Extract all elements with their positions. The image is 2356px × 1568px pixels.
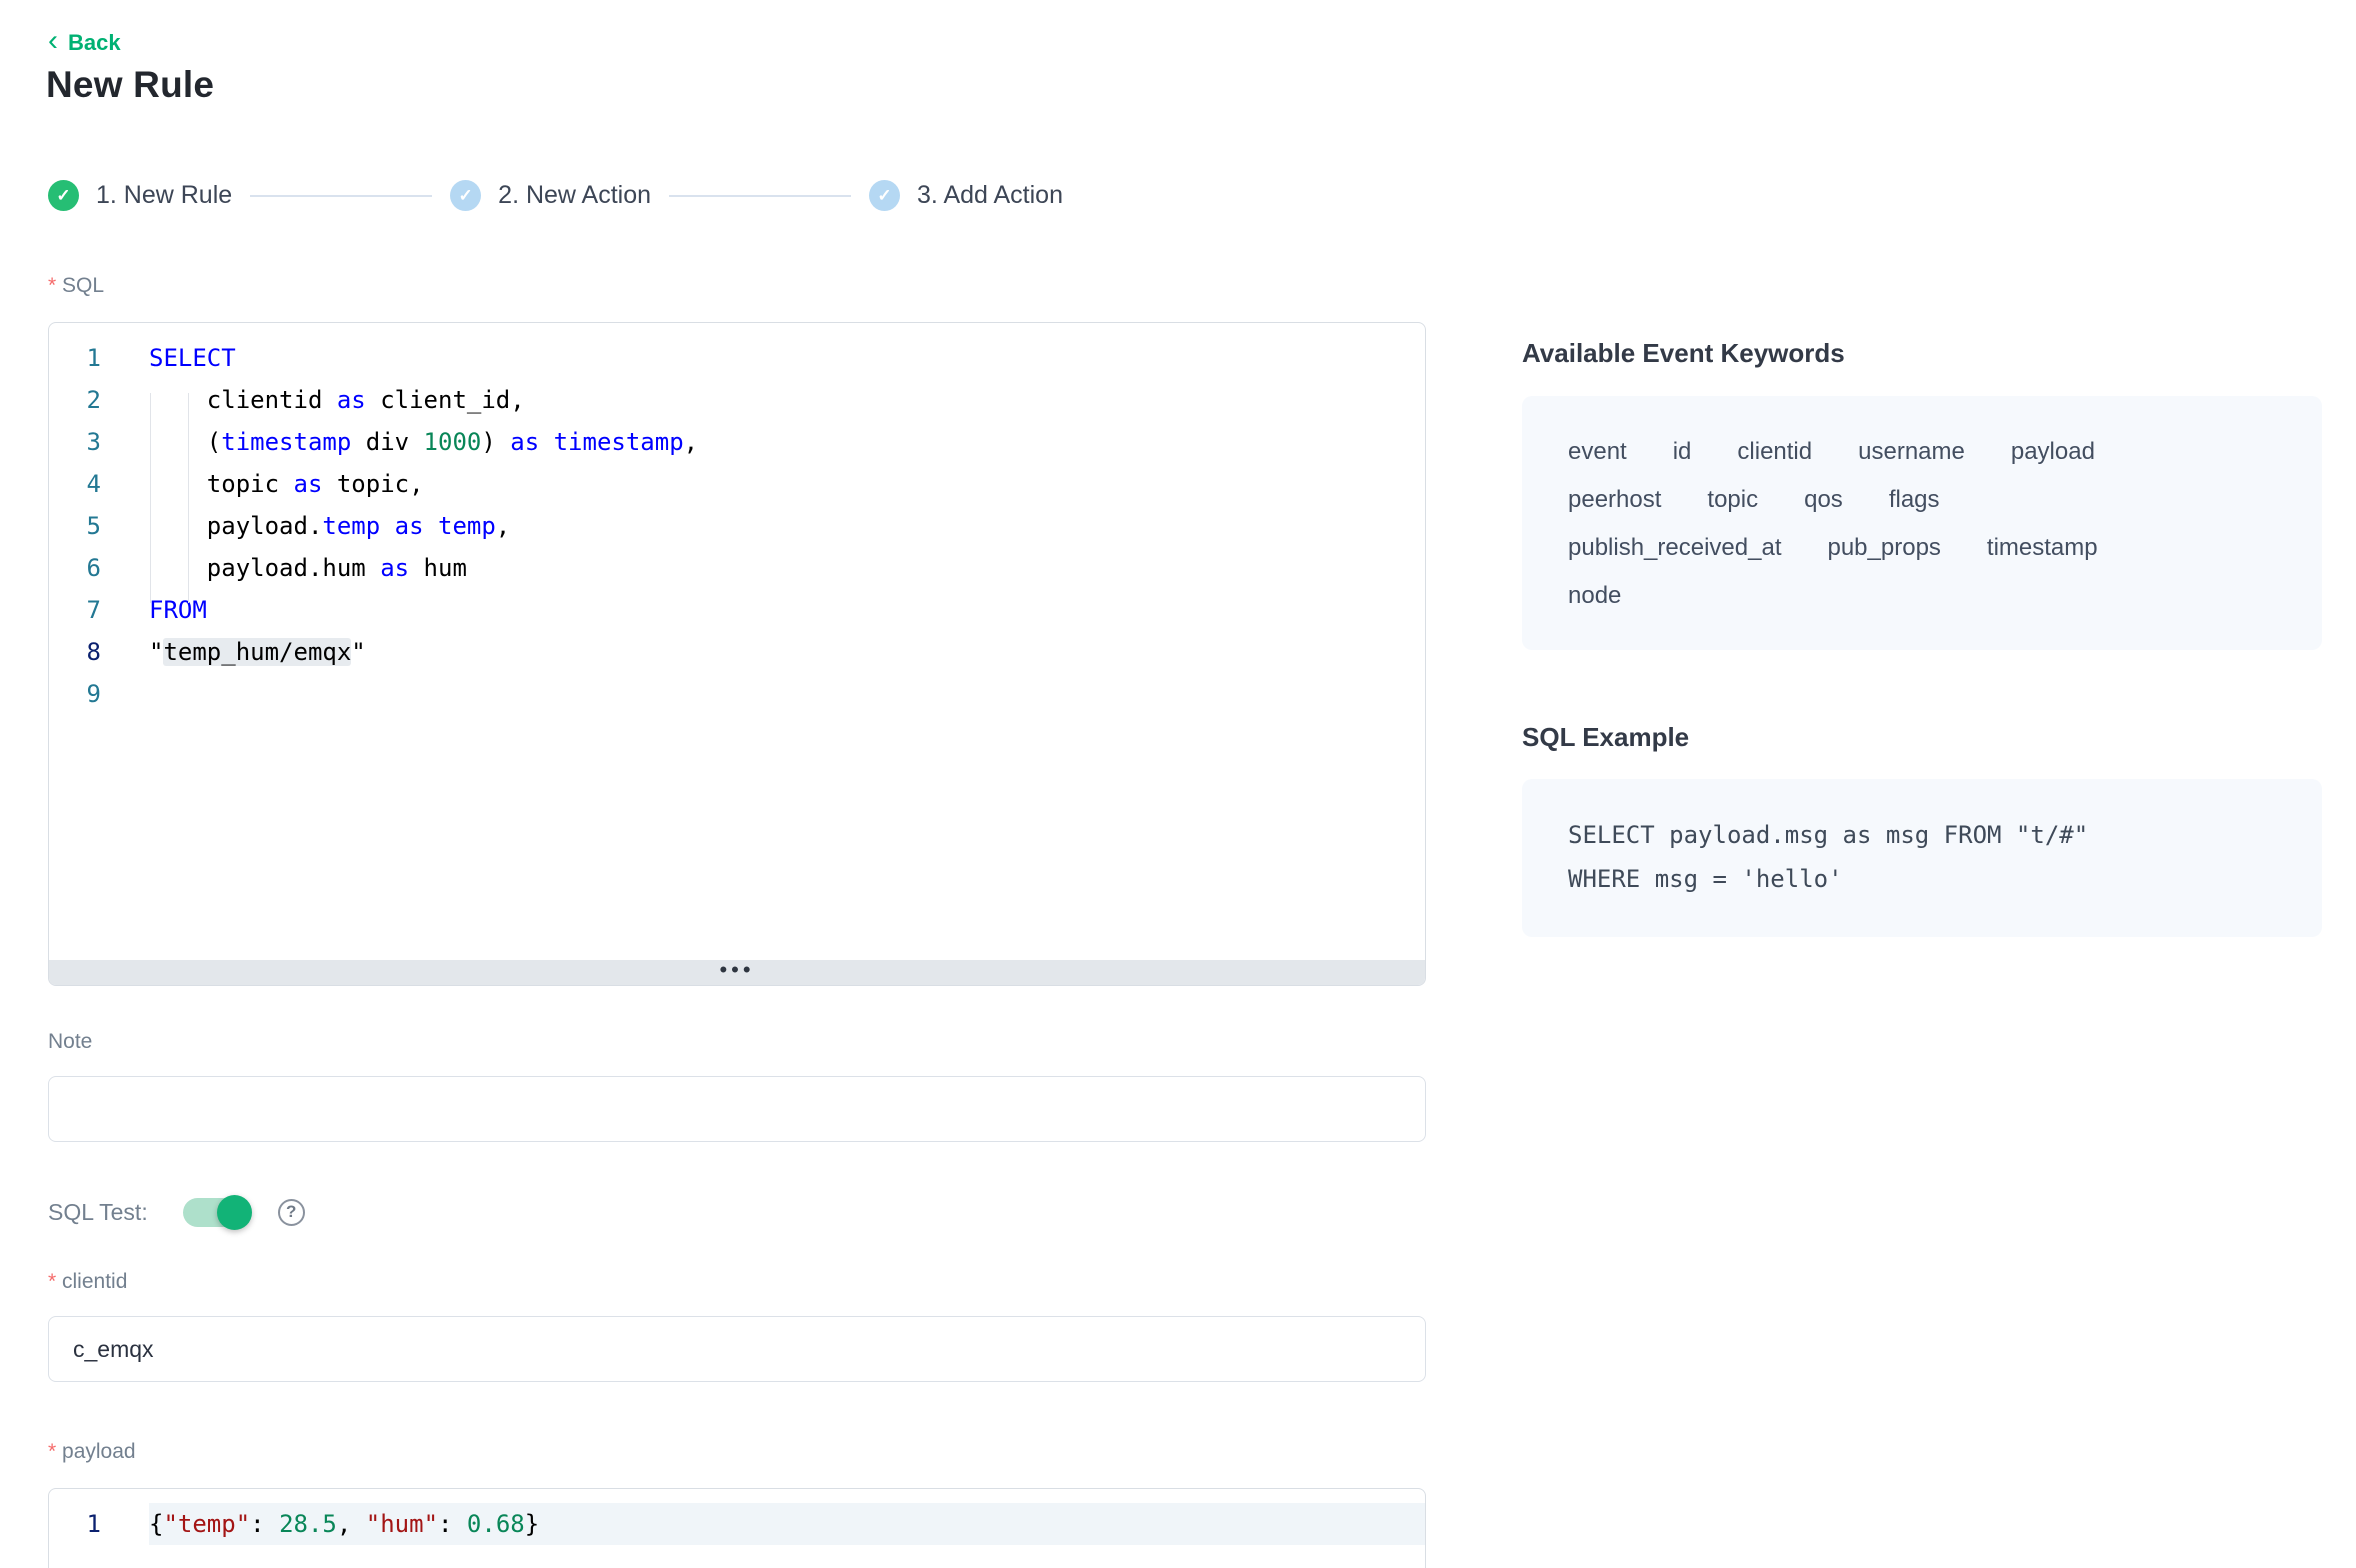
- sql-example-line: WHERE msg = 'hello': [1568, 857, 2282, 901]
- event-keyword: payload: [2011, 438, 2095, 466]
- step-connector: [250, 195, 432, 197]
- step-label: 3. Add Action: [917, 181, 1063, 210]
- chevron-left-icon: ‹: [48, 30, 58, 52]
- back-link[interactable]: ‹ Back: [48, 30, 121, 56]
- toggle-knob: [217, 1195, 252, 1230]
- payload-field-label: payload: [48, 1440, 136, 1464]
- step-1-new-rule[interactable]: 1. New Rule: [48, 180, 232, 211]
- line-number: 4: [49, 463, 101, 505]
- event-keyword: event: [1568, 438, 1627, 466]
- line-number: 1: [49, 1503, 101, 1545]
- help-sidebar: Available Event Keywords event id clientid…: [1522, 338, 2322, 937]
- sql-test-label: SQL Test:: [48, 1199, 148, 1226]
- new-rule-page: ‹ Back New Rule 1. New Rule 2. New Actio…: [0, 0, 2356, 1568]
- line-number: 2: [49, 379, 101, 421]
- clientid-field-label: clientid: [48, 1270, 127, 1294]
- help-icon[interactable]: ?: [278, 1199, 305, 1226]
- note-field-label: Note: [48, 1030, 92, 1054]
- line-number: 9: [49, 673, 101, 715]
- code-line: 7FROM: [49, 589, 1425, 631]
- line-number: 1: [49, 337, 101, 379]
- event-keyword: clientid: [1737, 438, 1812, 466]
- code-line: 6 payload.hum as hum: [49, 547, 1425, 589]
- back-label: Back: [68, 30, 121, 56]
- check-icon: [450, 180, 481, 211]
- event-keyword: topic: [1707, 486, 1758, 514]
- line-number: 3: [49, 421, 101, 463]
- event-keyword: username: [1858, 438, 1965, 466]
- payload-code-editor[interactable]: 1{"temp": 28.5, "hum": 0.68}: [48, 1488, 1426, 1568]
- event-keywords-panel: event id clientid username payload peerhost to…: [1522, 396, 2322, 650]
- note-input[interactable]: [48, 1076, 1426, 1142]
- sql-code-editor[interactable]: 1SELECT2 clientid as client_id,3 (timest…: [48, 322, 1426, 986]
- sql-example-line: SELECT payload.msg as msg FROM "t/#": [1568, 813, 2282, 857]
- check-icon: [48, 180, 79, 211]
- clientid-input[interactable]: [48, 1316, 1426, 1382]
- sql-test-row: SQL Test: ?: [48, 1192, 305, 1232]
- event-keyword: id: [1673, 438, 1692, 466]
- check-icon: [869, 180, 900, 211]
- sql-field-label: SQL: [48, 274, 104, 298]
- line-number: 5: [49, 505, 101, 547]
- sql-test-toggle[interactable]: [183, 1198, 248, 1227]
- editor-resize-handle[interactable]: •••: [49, 960, 1425, 985]
- step-3-add-action[interactable]: 3. Add Action: [869, 180, 1063, 211]
- sql-code-area[interactable]: 1SELECT2 clientid as client_id,3 (timest…: [49, 323, 1425, 960]
- event-keyword: timestamp: [1987, 534, 2098, 562]
- payload-code-area[interactable]: 1{"temp": 28.5, "hum": 0.68}: [49, 1489, 1425, 1545]
- code-line: 1SELECT: [49, 337, 1425, 379]
- line-number: 6: [49, 547, 101, 589]
- ellipsis-icon: •••: [719, 965, 754, 975]
- code-line: 1{"temp": 28.5, "hum": 0.68}: [49, 1503, 1425, 1545]
- page-title: New Rule: [46, 64, 214, 106]
- event-keyword: flags: [1889, 486, 1940, 514]
- event-keyword: node: [1568, 582, 1621, 610]
- keywords-title: Available Event Keywords: [1522, 338, 2322, 369]
- event-keyword: peerhost: [1568, 486, 1661, 514]
- step-2-new-action[interactable]: 2. New Action: [450, 180, 651, 211]
- event-keyword: pub_props: [1827, 534, 1940, 562]
- code-line: 8"temp_hum/emqx": [49, 631, 1425, 673]
- sql-example-title: SQL Example: [1522, 722, 2322, 753]
- line-number: 8: [49, 631, 101, 673]
- code-line: 3 (timestamp div 1000) as timestamp,: [49, 421, 1425, 463]
- step-label: 1. New Rule: [96, 181, 232, 210]
- code-line: 9: [49, 673, 1425, 715]
- sql-example-panel: SELECT payload.msg as msg FROM "t/#"WHER…: [1522, 779, 2322, 937]
- code-line: 5 payload.temp as temp,: [49, 505, 1425, 547]
- step-connector: [669, 195, 851, 197]
- indent-guide: [150, 393, 151, 603]
- code-line: 2 clientid as client_id,: [49, 379, 1425, 421]
- line-number: 7: [49, 589, 101, 631]
- event-keyword: qos: [1804, 486, 1843, 514]
- indent-guide: [188, 393, 189, 603]
- event-keyword: publish_received_at: [1568, 534, 1781, 562]
- wizard-steps: 1. New Rule 2. New Action 3. Add Action: [48, 180, 1063, 211]
- code-line: 4 topic as topic,: [49, 463, 1425, 505]
- step-label: 2. New Action: [498, 181, 651, 210]
